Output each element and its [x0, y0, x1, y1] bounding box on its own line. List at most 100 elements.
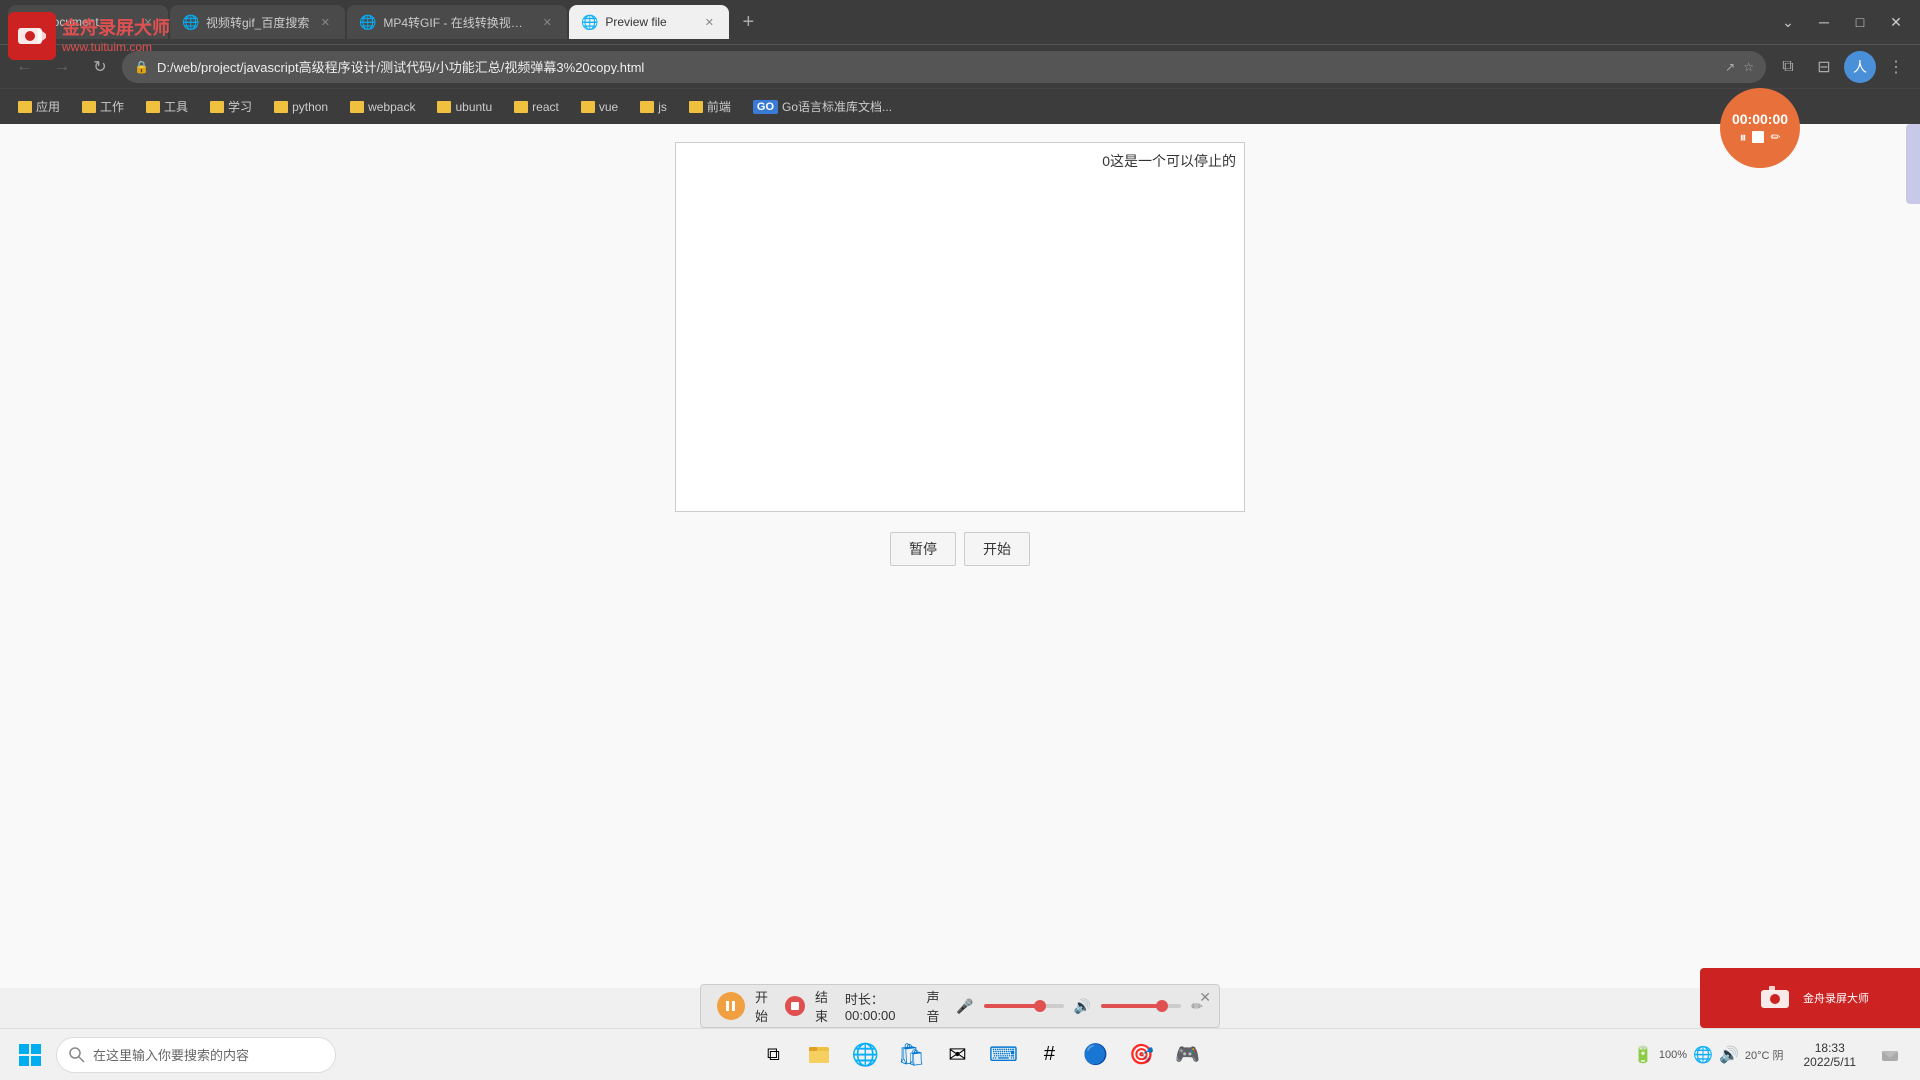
- recording-app-overlay: 金舟录屏大师: [1700, 968, 1920, 1028]
- taskbar-slack[interactable]: #: [1027, 1033, 1071, 1077]
- taskbar-search-box[interactable]: 在这里输入你要搜索的内容: [56, 1037, 336, 1073]
- bookmark-js[interactable]: js: [630, 96, 677, 118]
- tab-preview-label: Preview file: [605, 15, 693, 29]
- taskbar-vscode[interactable]: ⌨: [981, 1033, 1025, 1077]
- taskbar-explorer[interactable]: [797, 1033, 841, 1077]
- recording-timer-time: 00:00:00: [1732, 111, 1788, 127]
- tab-preview-favicon: 🌐: [581, 14, 597, 30]
- video-container: 0这是一个可以停止的: [675, 142, 1245, 512]
- bookmark-study[interactable]: 学习: [200, 94, 262, 119]
- folder-icon: [210, 101, 224, 113]
- taskbar-datetime[interactable]: 18:33 2022/5/11: [1796, 1041, 1865, 1069]
- bookmark-ubuntu-label: ubuntu: [455, 100, 492, 114]
- start-menu-button[interactable]: [8, 1033, 52, 1077]
- bookmark-vue[interactable]: vue: [571, 96, 628, 118]
- recording-stop-button[interactable]: [785, 996, 805, 1016]
- search-icon: [69, 1047, 85, 1063]
- tab-mp4gif-favicon: 🌐: [359, 14, 375, 30]
- taskbar-app8[interactable]: 🎯: [1119, 1033, 1163, 1077]
- bookmark-go-docs-label: Go语言标准库文档...: [782, 98, 892, 115]
- tab-video-search-close[interactable]: ✕: [317, 14, 333, 30]
- tab-overflow-button[interactable]: ⌄: [1772, 6, 1804, 38]
- recording-play-pause-button[interactable]: [717, 992, 745, 1020]
- address-bar-input[interactable]: [157, 59, 1717, 74]
- tab-mp4gif-close[interactable]: ✕: [539, 14, 555, 30]
- recording-timer: 00:00:00 ⏸ ✏: [1720, 88, 1800, 168]
- taskbar-edge[interactable]: 🌐: [843, 1033, 887, 1077]
- watermark: 金舟录屏大师 www.tuituim.com: [8, 12, 170, 60]
- bookmark-frontend[interactable]: 前端: [679, 94, 741, 119]
- tab-preview-close[interactable]: ✕: [701, 14, 717, 30]
- stop-icon: [791, 1002, 799, 1010]
- recording-toolbar: ✕ 开始 结束 时长： 00:00:00 声音 🎤 🔊 ✏: [700, 984, 1220, 1028]
- folder-icon: [350, 101, 364, 113]
- tab-video-search[interactable]: 🌐 视频转gif_百度搜索 ✕: [170, 5, 345, 39]
- bookmark-star-icon[interactable]: ☆: [1743, 60, 1754, 74]
- bookmark-vue-label: vue: [599, 100, 618, 114]
- sidebar-button[interactable]: ⊟: [1808, 51, 1840, 83]
- speaker-volume-slider[interactable]: [1101, 1004, 1181, 1008]
- folder-icon: [514, 101, 528, 113]
- bookmark-react[interactable]: react: [504, 96, 569, 118]
- recording-start-label[interactable]: 开始: [755, 987, 775, 1025]
- windows-logo-icon: [18, 1043, 42, 1067]
- taskbar-time: 18:33: [1815, 1041, 1845, 1055]
- vertical-tab-strip[interactable]: [1906, 124, 1920, 204]
- tab-mp4gif[interactable]: 🌐 MP4转GIF - 在线转换视频文件 ✕: [347, 5, 567, 39]
- control-buttons: 暂停 开始: [890, 532, 1030, 566]
- bookmark-ubuntu[interactable]: ubuntu: [427, 96, 502, 118]
- tray-network: 🌐: [1693, 1045, 1713, 1065]
- settings-button[interactable]: ⋮: [1880, 51, 1912, 83]
- taskbar-app-icons: ⧉ 🌐 🛍 ✉ ⌨ # 🔵 🎯 🎮: [340, 1033, 1621, 1077]
- taskbar-date: 2022/5/11: [1804, 1055, 1857, 1069]
- recording-end-label[interactable]: 结束: [815, 987, 835, 1025]
- extensions-button[interactable]: ⧉: [1772, 51, 1804, 83]
- bookmark-webpack[interactable]: webpack: [340, 96, 425, 118]
- taskbar-app9[interactable]: 🎮: [1165, 1033, 1209, 1077]
- bookmarks-bar: 应用 工作 工具 学习 python webpack ubuntu react: [0, 88, 1920, 124]
- bookmark-study-label: 学习: [228, 98, 252, 115]
- tab-bar: 📄 Document ✕ 🌐 视频转gif_百度搜索 ✕ 🌐 MP4转GIF -…: [0, 0, 1920, 44]
- timer-stop-button[interactable]: [1752, 131, 1764, 143]
- speaker-icon: 🔊: [1074, 998, 1091, 1015]
- battery-percentage: 100%: [1659, 1049, 1687, 1061]
- audio-volume-slider[interactable]: [984, 1004, 1064, 1008]
- bookmark-work[interactable]: 工作: [72, 94, 134, 119]
- recording-audio-label: 声音: [926, 987, 946, 1025]
- address-bar-container[interactable]: 🔒 ↗ ☆: [122, 51, 1766, 83]
- timer-pause-button[interactable]: ⏸: [1739, 129, 1746, 146]
- close-button[interactable]: ✕: [1880, 6, 1912, 38]
- timer-edit-button[interactable]: ✏: [1770, 130, 1780, 144]
- bookmark-frontend-label: 前端: [707, 98, 731, 115]
- recording-toolbar-close[interactable]: ✕: [1199, 989, 1211, 1006]
- minimize-button[interactable]: ─: [1808, 6, 1840, 38]
- taskbar-task-view[interactable]: ⧉: [751, 1033, 795, 1077]
- duration-prefix: 时长：: [845, 992, 884, 1007]
- security-icon: 🔒: [134, 60, 149, 74]
- watermark-text-container: 金舟录屏大师 www.tuituim.com: [62, 18, 170, 54]
- bookmark-python[interactable]: python: [264, 96, 338, 118]
- profile-button[interactable]: 人: [1844, 51, 1876, 83]
- taskbar-store[interactable]: 🛍: [889, 1033, 933, 1077]
- share-icon[interactable]: ↗: [1725, 60, 1735, 74]
- rec-app-text: 金舟录屏大师: [1803, 990, 1869, 1006]
- weather-temp: 20°C: [1745, 1050, 1770, 1062]
- maximize-button[interactable]: □: [1844, 6, 1876, 38]
- notification-button[interactable]: [1868, 1033, 1912, 1077]
- bookmark-apps[interactable]: 应用: [8, 94, 70, 119]
- start-button[interactable]: 开始: [964, 532, 1030, 566]
- bookmark-go-docs[interactable]: GO Go语言标准库文档...: [743, 94, 902, 119]
- folder-icon: [18, 101, 32, 113]
- new-tab-button[interactable]: +: [731, 5, 765, 39]
- tab-mp4gif-label: MP4转GIF - 在线转换视频文件: [383, 14, 531, 31]
- folder-icon: [437, 101, 451, 113]
- tab-preview[interactable]: 🌐 Preview file ✕: [569, 5, 729, 39]
- bookmark-js-label: js: [658, 100, 667, 114]
- folder-icon: [640, 101, 654, 113]
- taskbar-mail[interactable]: ✉: [935, 1033, 979, 1077]
- bookmark-tools[interactable]: 工具: [136, 94, 198, 119]
- pause-button[interactable]: 暂停: [890, 532, 956, 566]
- camera-icon: [1759, 982, 1791, 1014]
- taskbar-chrome[interactable]: 🔵: [1073, 1033, 1117, 1077]
- tray-volume[interactable]: 🔊: [1719, 1045, 1739, 1065]
